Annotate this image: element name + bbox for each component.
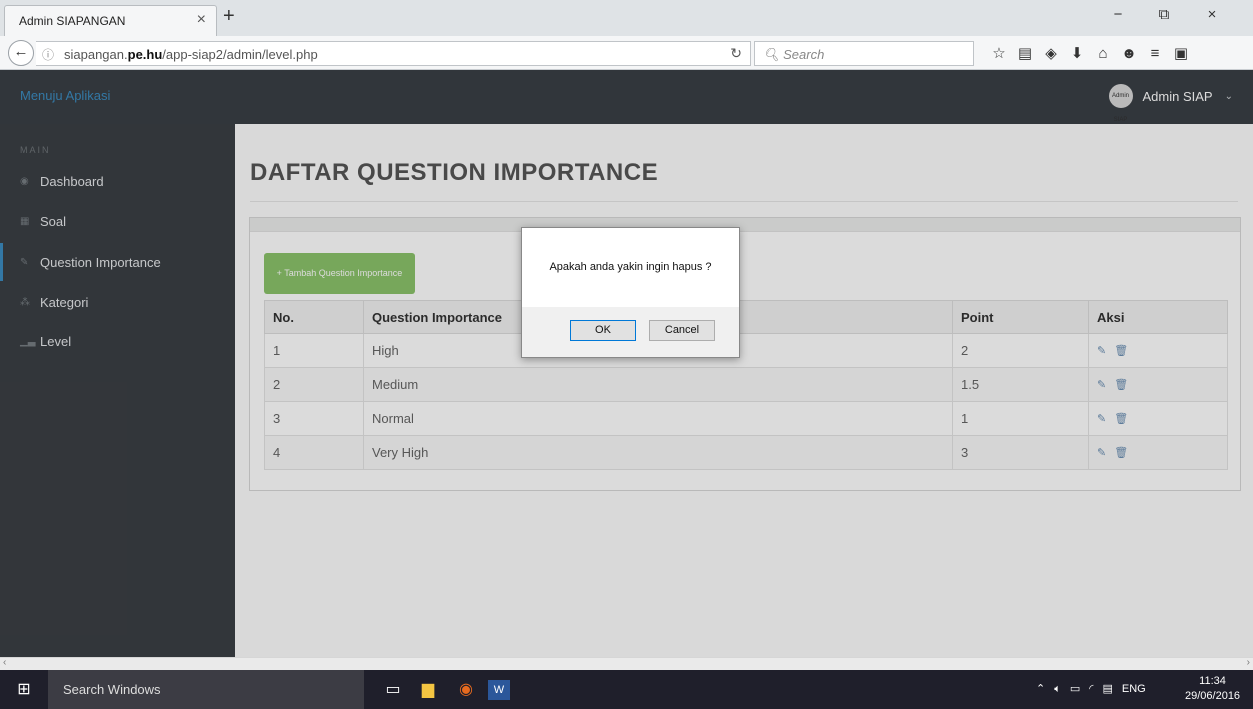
pocket-icon[interactable]: ◈ bbox=[1038, 44, 1064, 62]
browser-nav-bar: ← ⓘ siapangan.pe.hu/app-siap2/admin/leve… bbox=[0, 36, 1253, 70]
wifi-icon[interactable]: ◜ bbox=[1089, 683, 1093, 695]
dialog-message: Apakah anda yakin ingin hapus ? bbox=[549, 261, 712, 273]
browser-tab-bar: Admin SIAPANGAN × + − ⧉ × bbox=[0, 0, 1253, 36]
back-arrow-icon[interactable]: ← bbox=[8, 40, 34, 66]
file-explorer-icon[interactable]: ▆ bbox=[413, 676, 443, 704]
taskbar-search[interactable]: Search Windows bbox=[48, 670, 364, 709]
windows-taskbar: ⊞ Search Windows ▭ ▆ ◉ W ⌃ 🔈︎ ▭ ◜ ▤ ENG 11:34… bbox=[0, 670, 1253, 709]
bookmarks-icon[interactable]: ▤ bbox=[1012, 44, 1038, 62]
ok-button[interactable]: OK bbox=[570, 320, 636, 341]
notification-icon[interactable]: ▤ bbox=[1103, 683, 1113, 695]
close-window-icon[interactable]: × bbox=[1192, 6, 1232, 23]
url-text: siapangan.pe.hu/app-siap2/admin/level.ph… bbox=[64, 47, 318, 62]
extension-icon[interactable]: ▣ bbox=[1168, 44, 1194, 62]
dialog-footer: OK Cancel bbox=[522, 307, 739, 357]
clock-time: 11:34 bbox=[1199, 675, 1226, 687]
home-icon[interactable]: ⌂ bbox=[1090, 45, 1116, 62]
clock-date: 29/06/2016 bbox=[1185, 690, 1241, 702]
horizontal-scrollbar[interactable]: ‹ › bbox=[0, 657, 1253, 670]
search-input[interactable]: 🔍︎ Search bbox=[754, 41, 974, 66]
download-icon[interactable]: ⬇ bbox=[1064, 44, 1090, 62]
language-indicator[interactable]: ENG bbox=[1122, 683, 1146, 695]
battery-icon[interactable]: ▭ bbox=[1070, 683, 1080, 695]
scroll-right-icon[interactable]: › bbox=[1247, 657, 1250, 668]
cancel-button[interactable]: Cancel bbox=[649, 320, 715, 341]
volume-icon[interactable]: 🔈︎ bbox=[1054, 683, 1061, 695]
restore-icon[interactable]: ⧉ bbox=[1144, 6, 1184, 23]
tab-title: Admin SIAPANGAN bbox=[19, 14, 126, 28]
confirm-dialog: Apakah anda yakin ingin hapus ? OK Cance… bbox=[521, 227, 740, 358]
emoji-icon[interactable]: ☻ bbox=[1116, 45, 1142, 62]
info-icon[interactable]: ⓘ bbox=[42, 46, 54, 63]
windows-start-icon[interactable]: ⊞ bbox=[0, 670, 48, 709]
chevron-up-icon[interactable]: ⌃ bbox=[1036, 683, 1045, 695]
url-bar[interactable]: ⓘ siapangan.pe.hu/app-siap2/admin/level.… bbox=[36, 41, 751, 66]
tab-close-icon[interactable]: × bbox=[197, 11, 206, 29]
taskbar-search-label: Search Windows bbox=[63, 682, 161, 697]
browser-toolbar: ☆ ▤ ◈ ⬇ ⌂ ☻ ≡ ▣ bbox=[986, 44, 1194, 62]
firefox-icon[interactable]: ◉ bbox=[451, 676, 481, 704]
scroll-left-icon[interactable]: ‹ bbox=[3, 657, 6, 668]
search-placeholder: 🔍︎ Search bbox=[763, 47, 825, 62]
clock[interactable]: 11:34 29/06/2016 bbox=[1185, 674, 1240, 704]
new-tab-icon[interactable]: + bbox=[223, 5, 235, 28]
modal-overlay bbox=[0, 70, 1253, 657]
minimize-icon[interactable]: − bbox=[1098, 6, 1138, 23]
star-icon[interactable]: ☆ bbox=[986, 44, 1012, 62]
reload-icon[interactable]: ↻ bbox=[730, 45, 742, 62]
word-icon[interactable]: W bbox=[488, 680, 510, 700]
system-tray: ⌃ 🔈︎ ▭ ◜ ▤ ENG bbox=[1036, 682, 1155, 696]
menu-icon[interactable]: ≡ bbox=[1142, 45, 1168, 62]
browser-tab[interactable]: Admin SIAPANGAN × bbox=[4, 5, 217, 36]
task-view-icon[interactable]: ▭ bbox=[378, 676, 408, 704]
